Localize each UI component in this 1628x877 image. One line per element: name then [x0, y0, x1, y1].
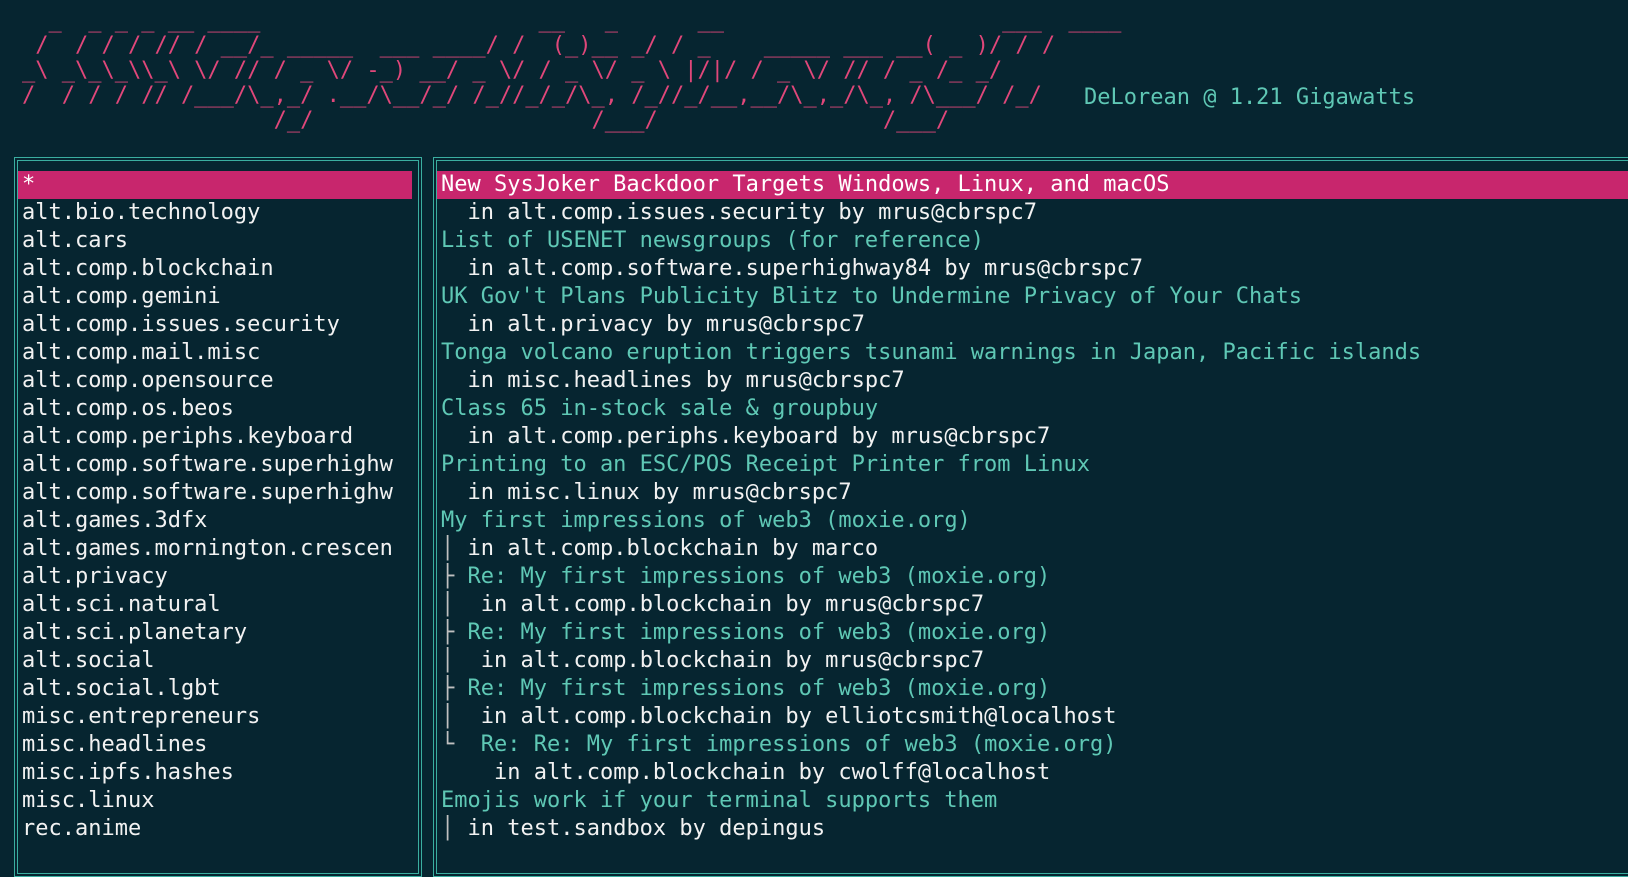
article-subject-row[interactable]: ├ Re: My first impressions of web3 (moxi…: [437, 675, 1628, 703]
article-meta-row: │ in alt.comp.blockchain by elliotcsmith…: [437, 703, 1628, 731]
thread-tree-glyph: [441, 256, 468, 281]
article-meta: in alt.comp.blockchain by mrus@cbrspc7: [480, 592, 985, 617]
article-meta-row: │ in alt.comp.blockchain by marco: [437, 535, 1628, 563]
groups-list: * alt.bio.technology alt.cars alt.comp.bloc…: [18, 171, 418, 843]
article-subject-row[interactable]: Printing to an ESC/POS Receipt Printer f…: [437, 451, 1628, 479]
article-subject: Class 65 in-stock sale & groupbuy: [441, 396, 879, 421]
article-subject: New SysJoker Backdoor Targets Windows, L…: [441, 172, 1170, 197]
group-item[interactable]: alt.sci.natural: [18, 591, 418, 619]
article-meta: in alt.comp.issues.security by mrus@cbrs…: [467, 200, 1038, 225]
article-subject: Re: My first impressions of web3 (moxie.…: [467, 564, 1051, 589]
article-subject: Printing to an ESC/POS Receipt Printer f…: [441, 452, 1091, 477]
article-subject-row[interactable]: ├ Re: My first impressions of web3 (moxi…: [437, 563, 1628, 591]
ascii-logo-banner: _ _ _ _ __ ____ __ _ __ ___ ____ / / / /…: [22, 8, 1122, 133]
article-subject: My first impressions of web3 (moxie.org): [441, 508, 971, 533]
article-subject-row[interactable]: └ Re: Re: My first impressions of web3 (…: [437, 731, 1628, 759]
article-meta: in alt.privacy by mrus@cbrspc7: [467, 312, 865, 337]
article-meta-row: │ in alt.comp.blockchain by mrus@cbrspc7: [437, 647, 1628, 675]
thread-tree-glyph: [441, 312, 468, 337]
group-item[interactable]: alt.games.3dfx: [18, 507, 418, 535]
thread-tree-glyph: [441, 200, 468, 225]
group-item[interactable]: alt.comp.blockchain: [18, 255, 418, 283]
article-subject-row[interactable]: New SysJoker Backdoor Targets Windows, L…: [437, 171, 1628, 199]
article-meta: in alt.comp.blockchain by marco: [467, 536, 879, 561]
article-subject: Re: Re: My first impressions of web3 (mo…: [480, 732, 1117, 757]
article-subject: Re: My first impressions of web3 (moxie.…: [467, 620, 1051, 645]
article-meta: in alt.comp.blockchain by cwolff@localho…: [493, 760, 1051, 785]
article-subject-row[interactable]: ├ Re: My first impressions of web3 (moxi…: [437, 619, 1628, 647]
article-meta-row: in alt.comp.software.superhighway84 by m…: [437, 255, 1628, 283]
article-meta: in alt.comp.software.superhighway84 by m…: [467, 256, 1144, 281]
article-meta: in misc.headlines by mrus@cbrspc7: [467, 368, 905, 393]
article-subject-row[interactable]: Class 65 in-stock sale & groupbuy: [437, 395, 1628, 423]
thread-tree-glyph: ├: [441, 676, 468, 701]
group-item[interactable]: alt.comp.mail.misc: [18, 339, 418, 367]
group-item[interactable]: alt.comp.software.superhighw: [18, 479, 418, 507]
article-subject: UK Gov't Plans Publicity Blitz to Underm…: [441, 284, 1302, 309]
thread-tree-glyph: [441, 760, 494, 785]
group-item[interactable]: alt.cars: [18, 227, 418, 255]
group-item[interactable]: misc.headlines: [18, 731, 418, 759]
group-item-all[interactable]: *: [18, 171, 412, 199]
article-subject-row[interactable]: List of USENET newsgroups (for reference…: [437, 227, 1628, 255]
group-item[interactable]: alt.social.lgbt: [18, 675, 418, 703]
article-meta: in alt.comp.blockchain by elliotcsmith@l…: [480, 704, 1117, 729]
thread-tree-glyph: │: [441, 704, 481, 729]
thread-tree-glyph: │: [441, 648, 481, 673]
group-item[interactable]: alt.comp.opensource: [18, 367, 418, 395]
articles-pane: New SysJoker Backdoor Targets Windows, L…: [433, 157, 1628, 877]
article-subject-row[interactable]: Tonga volcano eruption triggers tsunami …: [437, 339, 1628, 367]
article-meta-row: in alt.privacy by mrus@cbrspc7: [437, 311, 1628, 339]
group-item[interactable]: misc.linux: [18, 787, 418, 815]
group-item[interactable]: alt.sci.planetary: [18, 619, 418, 647]
thread-tree-glyph: │: [441, 536, 468, 561]
tagline: DeLorean @ 1.21 Gigawatts: [1084, 85, 1416, 110]
article-subject: Emojis work if your terminal supports th…: [441, 788, 998, 813]
thread-tree-glyph: [441, 480, 468, 505]
group-item[interactable]: alt.comp.issues.security: [18, 311, 418, 339]
thread-tree-glyph: │: [441, 816, 468, 841]
group-item[interactable]: rec.anime: [18, 815, 418, 843]
article-meta: in alt.comp.blockchain by mrus@cbrspc7: [480, 648, 985, 673]
group-item[interactable]: alt.bio.technology: [18, 199, 418, 227]
thread-tree-glyph: [441, 424, 468, 449]
article-meta-row: in misc.linux by mrus@cbrspc7: [437, 479, 1628, 507]
article-subject-row[interactable]: My first impressions of web3 (moxie.org): [437, 507, 1628, 535]
thread-tree-glyph: └: [441, 732, 481, 757]
article-meta: in misc.linux by mrus@cbrspc7: [467, 480, 852, 505]
groups-pane: * alt.bio.technology alt.cars alt.comp.bloc…: [14, 157, 422, 877]
group-item[interactable]: alt.comp.gemini: [18, 283, 418, 311]
article-subject: List of USENET newsgroups (for reference…: [441, 228, 985, 253]
article-meta: in alt.comp.periphs.keyboard by mrus@cbr…: [467, 424, 1051, 449]
group-item[interactable]: alt.games.mornington.crescen: [18, 535, 418, 563]
group-item[interactable]: misc.ipfs.hashes: [18, 759, 418, 787]
article-subject-row[interactable]: UK Gov't Plans Publicity Blitz to Underm…: [437, 283, 1628, 311]
article-meta-row: in alt.comp.issues.security by mrus@cbrs…: [437, 199, 1628, 227]
article-meta-row: │ in alt.comp.blockchain by mrus@cbrspc7: [437, 591, 1628, 619]
article-meta-row: in alt.comp.periphs.keyboard by mrus@cbr…: [437, 423, 1628, 451]
group-item[interactable]: alt.privacy: [18, 563, 418, 591]
thread-tree-glyph: ├: [441, 564, 468, 589]
articles-list: New SysJoker Backdoor Targets Windows, L…: [437, 171, 1628, 843]
article-meta-row: in alt.comp.blockchain by cwolff@localho…: [437, 759, 1628, 787]
group-item[interactable]: alt.comp.os.beos: [18, 395, 418, 423]
group-item[interactable]: alt.social: [18, 647, 418, 675]
thread-tree-glyph: ├: [441, 620, 468, 645]
thread-tree-glyph: [441, 368, 468, 393]
group-item[interactable]: misc.entrepreneurs: [18, 703, 418, 731]
thread-tree-glyph: │: [441, 592, 481, 617]
group-item[interactable]: alt.comp.periphs.keyboard: [18, 423, 418, 451]
group-item[interactable]: alt.comp.software.superhighw: [18, 451, 418, 479]
article-subject-row[interactable]: Emojis work if your terminal supports th…: [437, 787, 1628, 815]
article-subject: Tonga volcano eruption triggers tsunami …: [441, 340, 1422, 365]
article-meta-row: in misc.headlines by mrus@cbrspc7: [437, 367, 1628, 395]
article-subject: Re: My first impressions of web3 (moxie.…: [467, 676, 1051, 701]
article-meta-row: │ in test.sandbox by depingus: [437, 815, 1628, 843]
article-meta: in test.sandbox by depingus: [467, 816, 826, 841]
